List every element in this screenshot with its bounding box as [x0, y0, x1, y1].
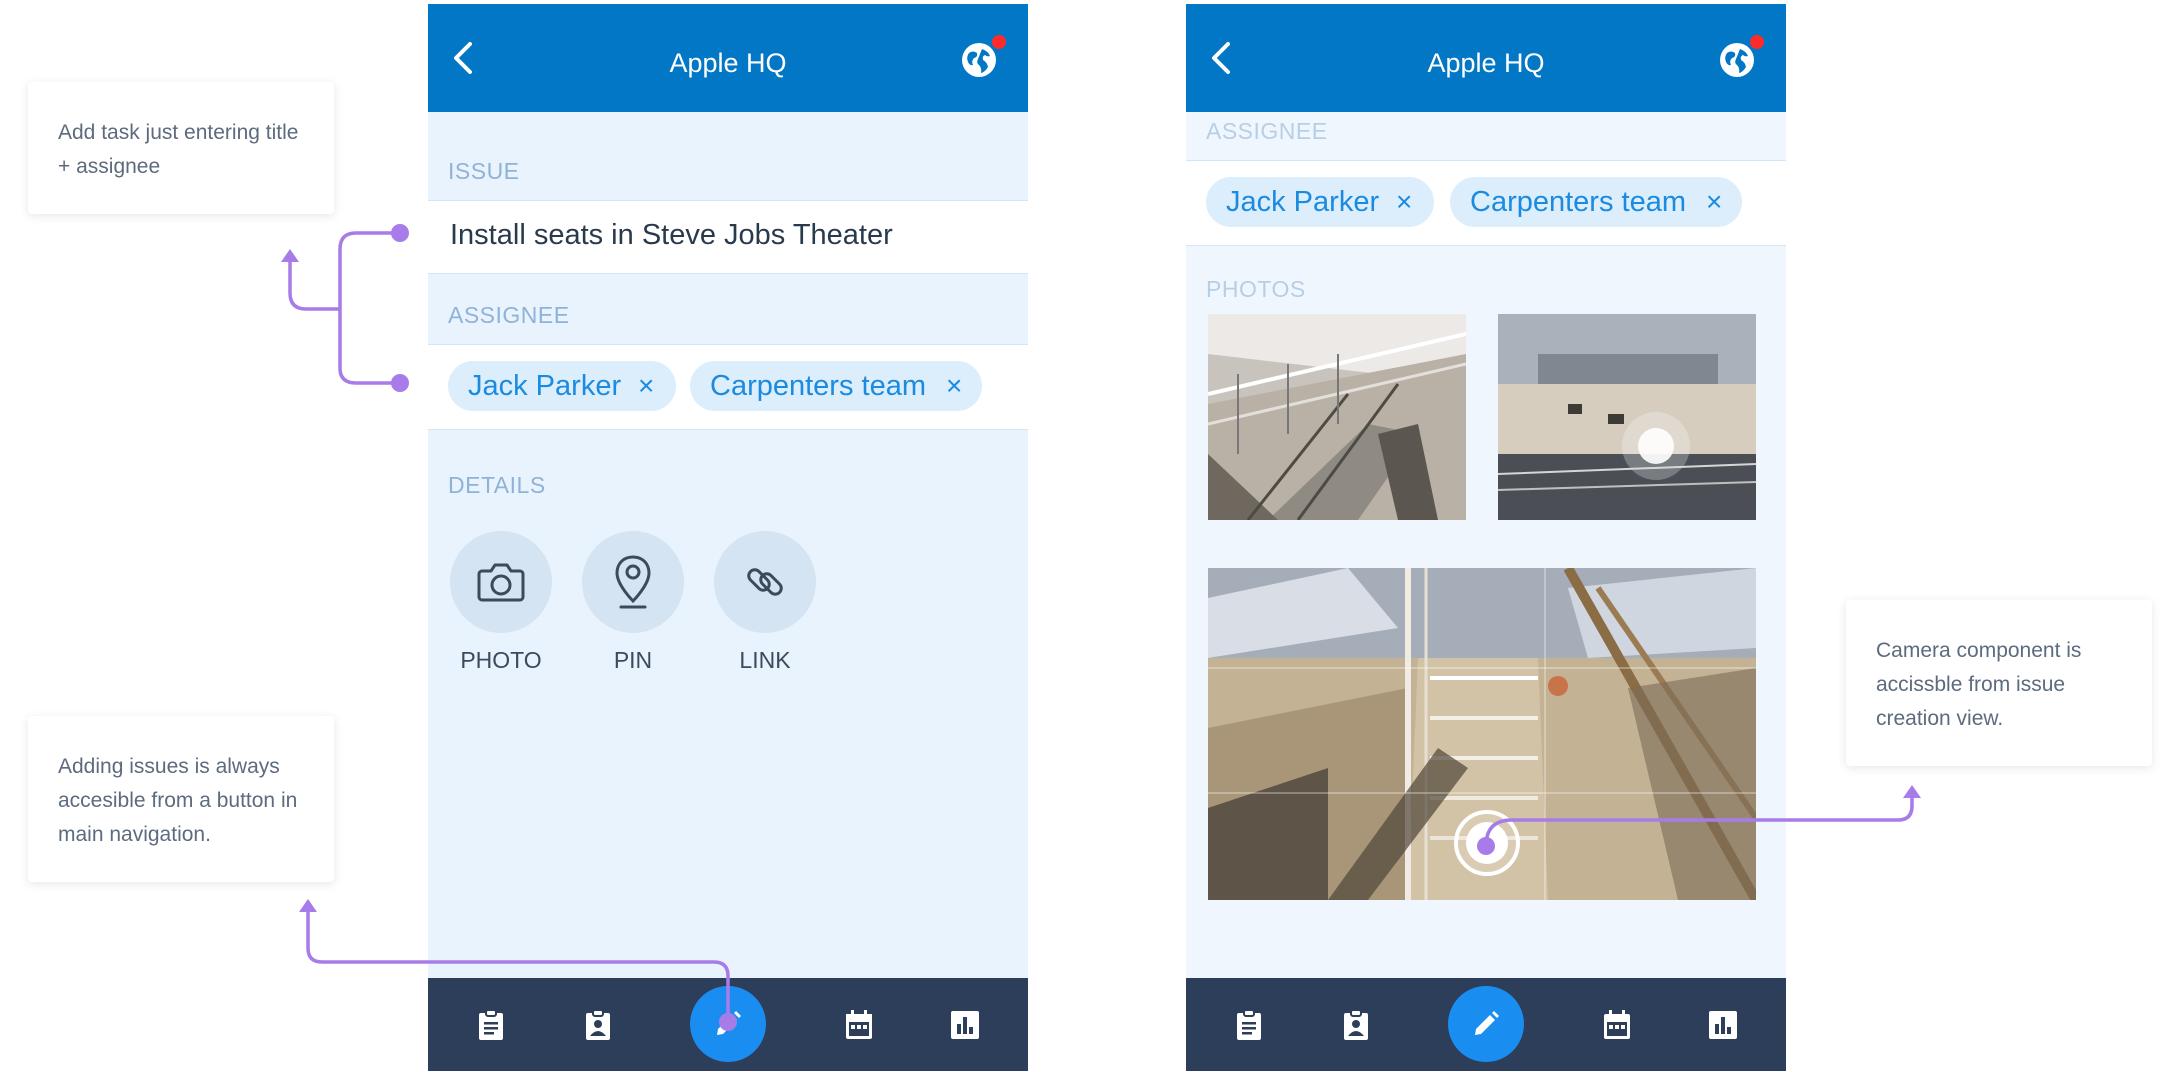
bar-chart-icon[interactable] — [1706, 1008, 1740, 1042]
assignee-chip-jack-parker[interactable]: Jack Parker × — [448, 361, 676, 411]
bar-chart-icon[interactable] — [948, 1008, 982, 1042]
assignee-chip-carpenters-team[interactable]: Carpenters team × — [690, 361, 982, 411]
notification-badge — [1750, 35, 1764, 49]
assignee-section-label: ASSIGNEE — [1206, 118, 1328, 144]
remove-chip-icon[interactable]: × — [1396, 177, 1412, 227]
assignee-list: Jack Parker × Carpenters team × — [1186, 160, 1786, 246]
photo-button[interactable]: PHOTO — [450, 531, 552, 674]
issue-form-scrolled-screen: Apple HQ ASSIGNEE Jack Parker × Carpente… — [1186, 4, 1786, 1071]
remove-chip-icon[interactable]: × — [946, 361, 962, 411]
issue-section-label: ISSUE — [448, 158, 520, 184]
remove-chip-icon[interactable]: × — [1706, 177, 1722, 227]
photo-button-label: PHOTO — [460, 647, 542, 673]
issue-form-screen: Apple HQ ISSUE Install seats in Steve Jo… — [428, 4, 1028, 1071]
location-pin-icon — [615, 555, 651, 609]
pencil-icon — [1475, 1011, 1499, 1035]
pencil-icon — [717, 1011, 741, 1035]
annotation-note-navigation: Adding issues is always accesible from a… — [28, 716, 334, 882]
photo-thumbnail[interactable] — [1498, 314, 1756, 520]
clipboard-icon[interactable] — [474, 1008, 508, 1042]
link-button[interactable]: LINK — [714, 531, 816, 674]
pin-button[interactable]: PIN — [582, 531, 684, 674]
shutter-button[interactable] — [1454, 810, 1520, 876]
link-icon — [747, 568, 783, 596]
app-bar-title: Apple HQ — [669, 48, 787, 78]
issue-title-value: Install seats in Steve Jobs Theater — [450, 219, 893, 251]
assignee-chip-carpenters-team[interactable]: Carpenters team × — [1450, 177, 1742, 227]
link-button-label: LINK — [739, 647, 791, 673]
details-section-label: DETAILS — [448, 472, 546, 498]
assignee-list: Jack Parker × Carpenters team × — [428, 344, 1028, 430]
chip-label: Carpenters team — [1470, 186, 1686, 218]
bottom-navigation — [428, 978, 1028, 1071]
annotation-text: Camera component is accissble from issue… — [1876, 639, 2082, 730]
badge-icon[interactable] — [1339, 1008, 1373, 1042]
pin-button-label: PIN — [613, 647, 653, 673]
calendar-icon[interactable] — [842, 1008, 876, 1042]
chip-label: Jack Parker — [468, 370, 622, 402]
chip-label: Carpenters team — [710, 370, 926, 402]
add-issue-button[interactable] — [690, 986, 766, 1062]
annotation-note-camera: Camera component is accissble from issue… — [1846, 600, 2152, 766]
remove-chip-icon[interactable]: × — [638, 361, 654, 411]
issue-title-field[interactable]: Install seats in Steve Jobs Theater — [428, 200, 1028, 274]
clipboard-icon[interactable] — [1232, 1008, 1266, 1042]
assignee-section-label: ASSIGNEE — [448, 302, 570, 328]
app-bar-title: Apple HQ — [1427, 48, 1545, 78]
badge-icon[interactable] — [581, 1008, 615, 1042]
app-bar: Apple HQ — [1186, 4, 1786, 112]
chip-label: Jack Parker — [1226, 186, 1380, 218]
annotation-text: Add task just entering title + assignee — [58, 121, 299, 178]
photo-thumbnail[interactable] — [1208, 314, 1466, 520]
notification-badge — [992, 35, 1006, 49]
camera-icon — [477, 563, 525, 602]
add-issue-button[interactable] — [1448, 986, 1524, 1062]
photos-section-label: PHOTOS — [1206, 276, 1306, 302]
annotation-note-title-assignee: Add task just entering title + assignee — [28, 82, 334, 214]
calendar-icon[interactable] — [1600, 1008, 1634, 1042]
app-bar: Apple HQ — [428, 4, 1028, 112]
bottom-navigation — [1186, 978, 1786, 1071]
globe-icon[interactable] — [960, 41, 998, 79]
assignee-chip-jack-parker[interactable]: Jack Parker × — [1206, 177, 1434, 227]
globe-icon[interactable] — [1718, 41, 1756, 79]
annotation-text: Adding issues is always accesible from a… — [58, 755, 298, 846]
camera-viewfinder[interactable] — [1208, 568, 1756, 900]
